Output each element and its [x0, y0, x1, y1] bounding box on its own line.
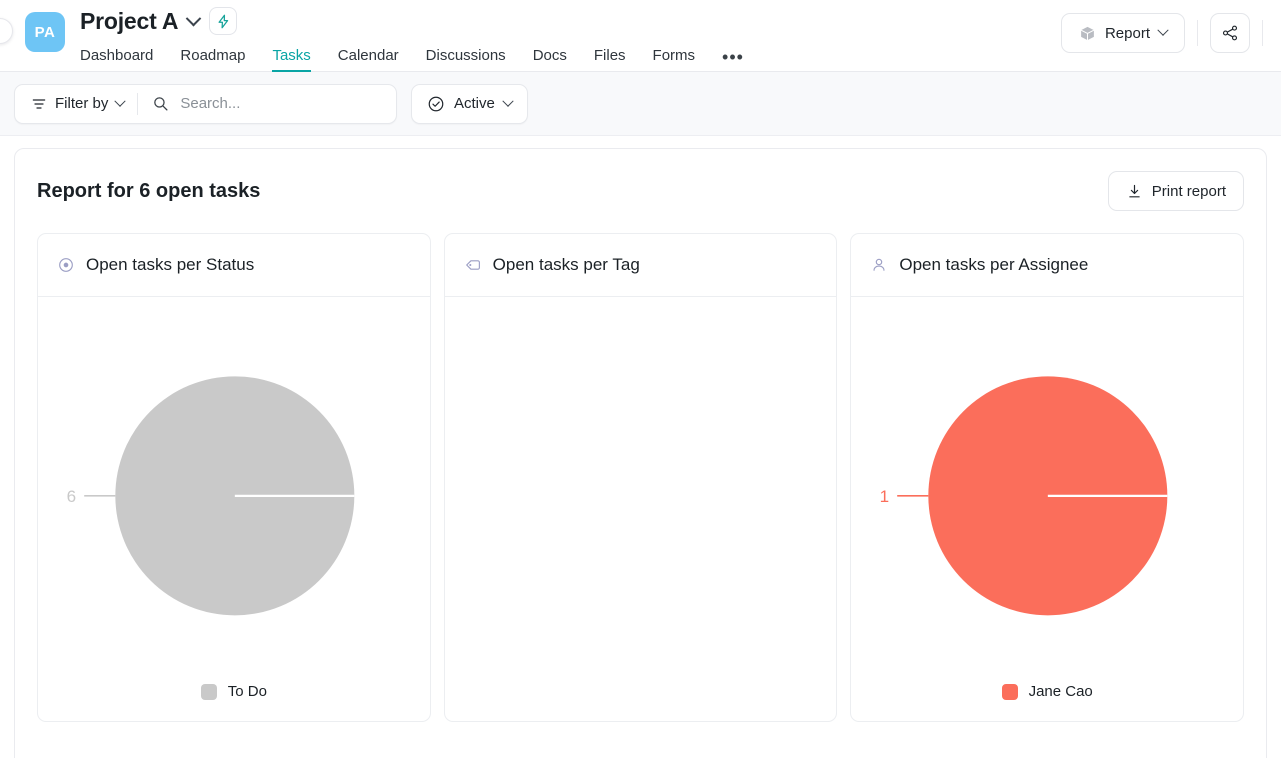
card-header: Open tasks per Assignee [851, 234, 1244, 297]
tag-icon [465, 260, 480, 270]
app-header: PA Project A Dashboard Roadmap Tasks Cal… [0, 0, 1281, 72]
legend-swatch [1001, 683, 1018, 700]
filter-toolbar: Filter by Active [0, 72, 1281, 136]
search-bar: Filter by [14, 83, 397, 124]
sidebar-collapse-toggle[interactable] [0, 18, 13, 44]
cube-icon [1080, 26, 1095, 40]
tab-dashboard[interactable]: Dashboard [80, 48, 153, 72]
chevron-down-icon [502, 95, 514, 107]
status-circle-icon [59, 258, 73, 272]
check-circle-icon [428, 96, 444, 111]
assignee-person-icon [873, 258, 885, 271]
chevron-down-icon[interactable] [186, 10, 202, 26]
tab-roadmap[interactable]: Roadmap [180, 48, 245, 72]
report-button-label: Report [1104, 24, 1150, 42]
legend-label[interactable]: To Do [228, 683, 267, 700]
pie-value-label: 6 [67, 487, 77, 506]
tab-discussions[interactable]: Discussions [426, 48, 506, 72]
chevron-down-icon [1157, 24, 1169, 36]
report-cards: Open tasks per Status 6 To Do Open tasks… [37, 233, 1245, 722]
header-divider [1262, 20, 1263, 46]
filter-by-button[interactable]: Filter by [15, 95, 137, 112]
pie-chart-assignee: 1 [880, 376, 1168, 616]
tabs-overflow-button[interactable]: ••• [722, 48, 744, 72]
automation-button[interactable] [209, 7, 238, 35]
report-button[interactable]: Report [1060, 13, 1185, 53]
card-body: 1 Jane Cao [851, 297, 1243, 721]
tab-forms[interactable]: Forms [653, 48, 696, 72]
status-filter-label: Active [454, 95, 495, 112]
tab-tasks[interactable]: Tasks [272, 48, 310, 72]
search-input[interactable] [180, 95, 396, 112]
print-report-button[interactable]: Print report [1107, 171, 1244, 211]
status-filter-button[interactable]: Active [411, 83, 528, 124]
chart-legend: To Do [38, 683, 430, 700]
card-open-tasks-per-assignee: Open tasks per Assignee 1 Jane Cao [850, 233, 1245, 722]
tab-docs[interactable]: Docs [533, 48, 567, 72]
card-title: Open tasks per Assignee [899, 255, 1089, 274]
download-icon [1129, 184, 1140, 197]
tab-calendar[interactable]: Calendar [338, 48, 399, 72]
pie-value-label: 1 [880, 487, 890, 506]
header-divider [1197, 20, 1198, 46]
legend-swatch [200, 683, 217, 700]
project-title-row: Project A [80, 7, 238, 35]
card-open-tasks-per-status: Open tasks per Status 6 To Do [37, 233, 431, 722]
page-title: Project A [80, 7, 179, 34]
card-body [445, 297, 837, 721]
card-header: Open tasks per Tag [444, 234, 837, 297]
card-open-tasks-per-tag: Open tasks per Tag [443, 233, 838, 722]
pie-chart-status: 6 [67, 376, 355, 616]
report-page: Report for 6 open tasks Print report Ope… [0, 136, 1281, 758]
chart-legend: Jane Cao [851, 683, 1243, 700]
filter-by-label: Filter by [55, 95, 109, 112]
header-actions: Report [1060, 13, 1263, 53]
share-icon [1222, 25, 1238, 41]
print-report-label: Print report [1151, 182, 1226, 200]
lightning-bolt-icon [218, 14, 229, 28]
card-body: 6 To Do [38, 297, 430, 721]
filter-icon [32, 98, 46, 109]
report-panel: Report for 6 open tasks Print report Ope… [14, 148, 1267, 758]
legend-label[interactable]: Jane Cao [1029, 683, 1093, 700]
project-avatar[interactable]: PA [25, 12, 65, 52]
card-title: Open tasks per Status [86, 255, 255, 274]
card-title: Open tasks per Tag [492, 255, 640, 274]
tab-files[interactable]: Files [594, 48, 626, 72]
report-panel-header: Report for 6 open tasks Print report [37, 171, 1244, 211]
project-tabs: Dashboard Roadmap Tasks Calendar Discuss… [80, 40, 744, 72]
share-button[interactable] [1210, 13, 1250, 53]
search-icon [154, 97, 168, 111]
card-header: Open tasks per Status [38, 234, 430, 297]
search-field-wrap [138, 95, 396, 112]
report-title: Report for 6 open tasks [37, 179, 261, 202]
chevron-down-icon [114, 95, 127, 107]
project-avatar-initials: PA [34, 23, 56, 41]
